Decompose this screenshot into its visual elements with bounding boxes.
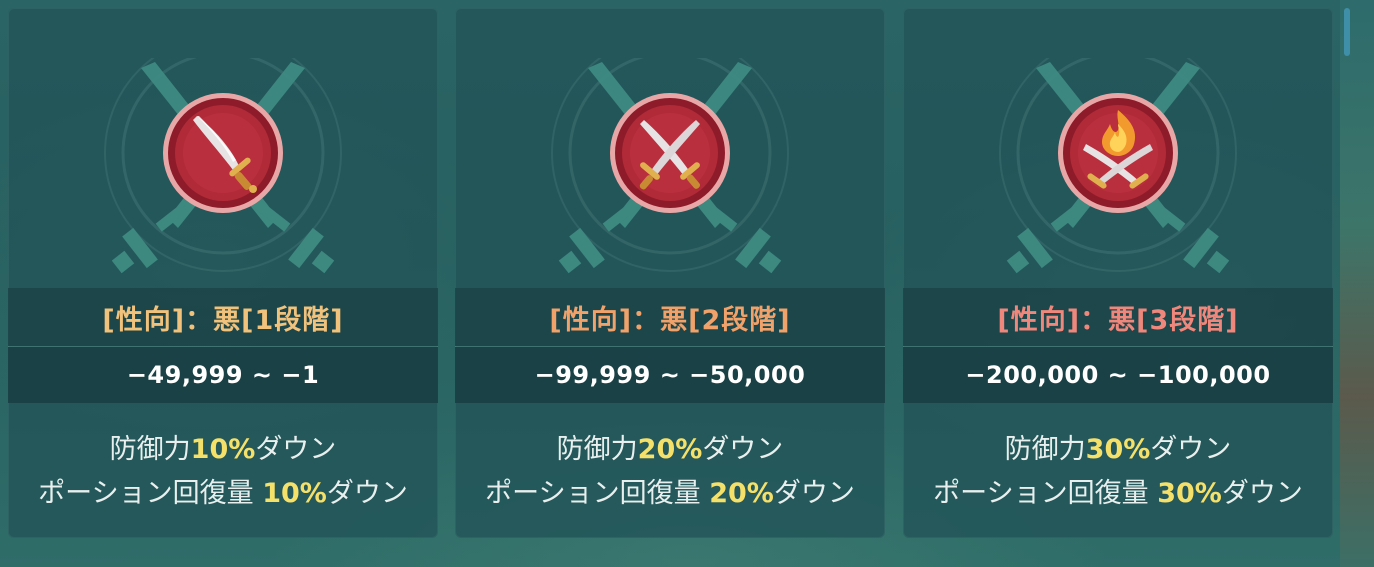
tier-range-band: −49,999 ~ −1 (8, 347, 438, 403)
tier-range-band: −99,999 ~ −50,000 (455, 347, 885, 403)
flaming-daggers-emblem-icon (988, 58, 1248, 288)
tier-effects: 防御力30%ダウン ポーション回復量 30%ダウン (903, 428, 1333, 516)
tier-range: −49,999 ~ −1 (126, 361, 320, 389)
effect-value: 10% (262, 478, 327, 509)
effect-suffix: ダウン (255, 434, 337, 465)
tier-title: [性向]：悪[2段階] (549, 304, 791, 336)
tier-title-band: [性向]：悪[2段階] (455, 288, 885, 346)
effect-label: ポーション回復量 (38, 478, 263, 509)
potion-effect: ポーション回復量 20%ダウン (455, 472, 885, 516)
effect-suffix: ダウン (326, 478, 408, 509)
effect-value: 30% (1157, 478, 1222, 509)
effect-label: 防御力 (556, 434, 638, 465)
effect-value: 20% (709, 478, 774, 509)
tier-effects: 防御力20%ダウン ポーション回復量 20%ダウン (455, 428, 885, 516)
effect-suffix: ダウン (1221, 478, 1303, 509)
tier-title-band: [性向]：悪[3段階] (903, 288, 1333, 346)
defense-effect: 防御力30%ダウン (903, 428, 1333, 472)
potion-effect: ポーション回復量 10%ダウン (8, 472, 438, 516)
defense-effect: 防御力20%ダウン (455, 428, 885, 472)
crossed-daggers-emblem-icon (540, 58, 800, 288)
effect-suffix: ダウン (702, 434, 784, 465)
effect-suffix: ダウン (773, 478, 855, 509)
tier-range-band: −200,000 ~ −100,000 (903, 347, 1333, 403)
effect-suffix: ダウン (1150, 434, 1232, 465)
effect-label: ポーション回復量 (933, 478, 1158, 509)
effect-label: ポーション回復量 (485, 478, 710, 509)
tier-title: [性向]：悪[3段階] (997, 304, 1239, 336)
tier-card-1: [性向]：悪[1段階] −49,999 ~ −1 防御力10%ダウン ポーション… (8, 8, 438, 538)
effect-label: 防御力 (1004, 434, 1086, 465)
tier-title: [性向]：悪[1段階] (102, 304, 344, 336)
single-dagger-emblem-icon (93, 58, 353, 288)
tier-effects: 防御力10%ダウン ポーション回復量 10%ダウン (8, 428, 438, 516)
tier-card-3: [性向]：悪[3段階] −200,000 ~ −100,000 防御力30%ダウ… (903, 8, 1333, 538)
alignment-tier-list: [性向]：悪[1段階] −49,999 ~ −1 防御力10%ダウン ポーション… (0, 0, 1374, 567)
potion-effect: ポーション回復量 30%ダウン (903, 472, 1333, 516)
effect-label: 防御力 (109, 434, 191, 465)
effect-value: 30% (1085, 434, 1151, 465)
defense-effect: 防御力10%ダウン (8, 428, 438, 472)
effect-value: 20% (637, 434, 703, 465)
effect-value: 10% (190, 434, 256, 465)
tier-card-2: [性向]：悪[2段階] −99,999 ~ −50,000 防御力20%ダウン … (455, 8, 885, 538)
tier-range: −200,000 ~ −100,000 (965, 361, 1271, 389)
tier-range: −99,999 ~ −50,000 (534, 361, 806, 389)
tier-title-band: [性向]：悪[1段階] (8, 288, 438, 346)
